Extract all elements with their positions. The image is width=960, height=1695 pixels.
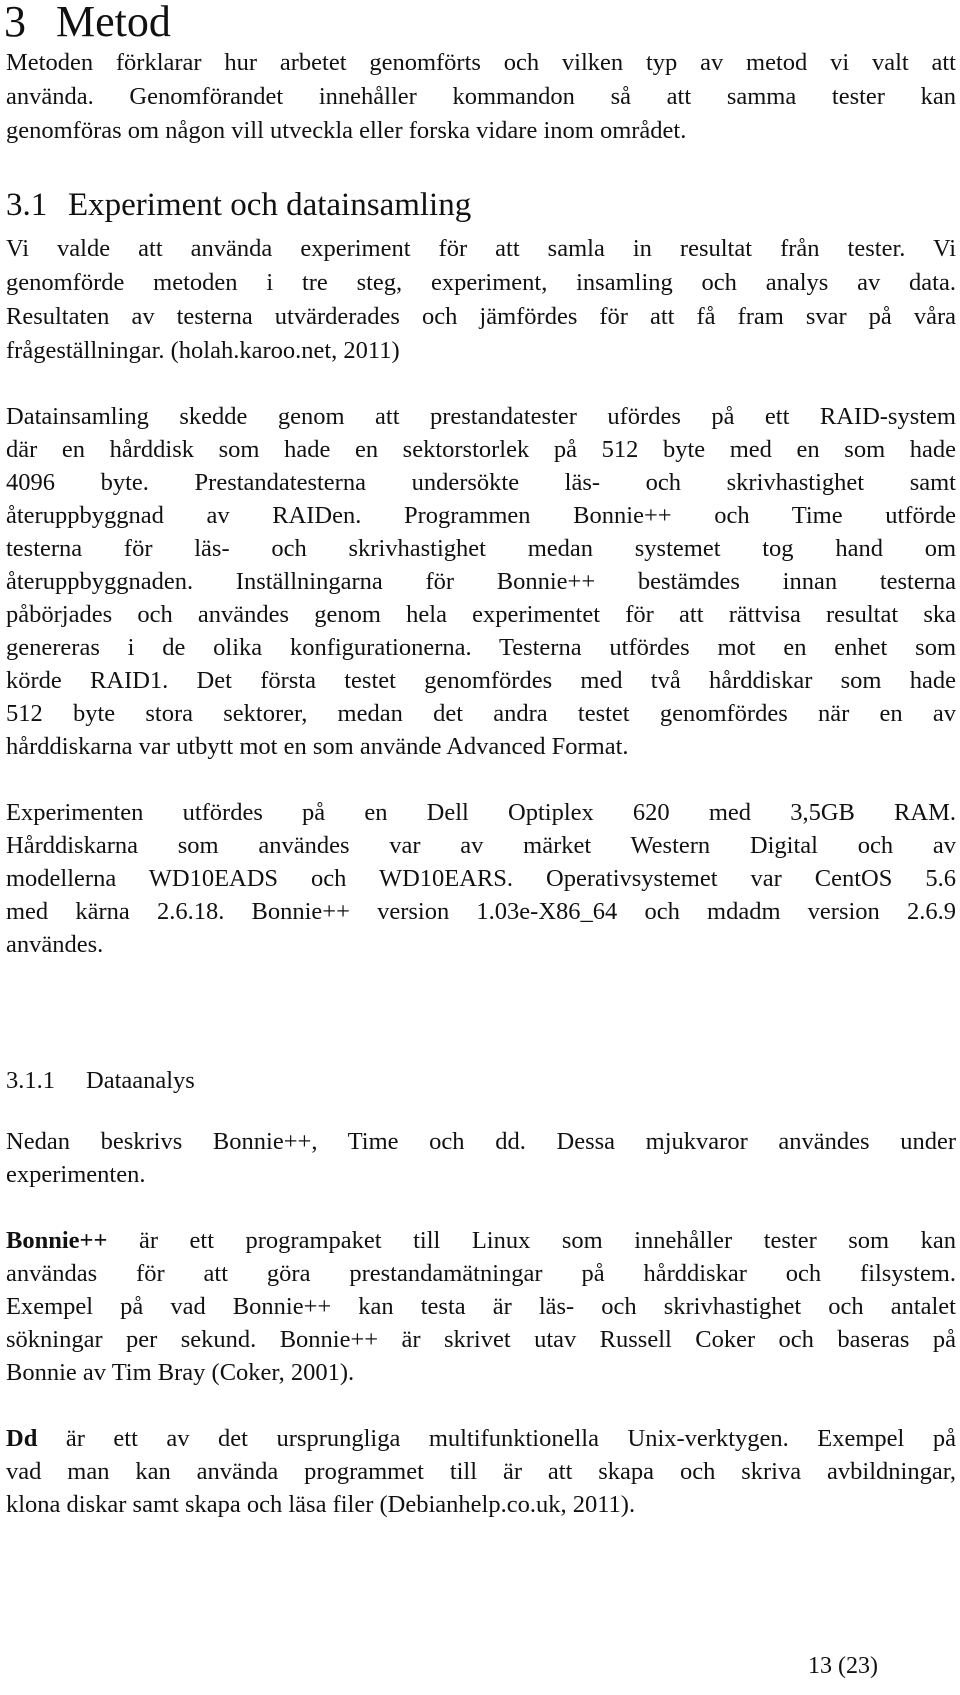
text-line: Vi valde att använda experiment för att …	[6, 235, 956, 262]
text-line: Bonnie++ är ett programpaket till Linux …	[6, 1224, 956, 1257]
subsection-heading: 3.1.1 Dataanalys	[6, 1064, 195, 1097]
text-line: Exempel på vad Bonnie++ kan testa är läs…	[6, 1293, 956, 1320]
text-line: påbörjades och användes genom hela exper…	[6, 601, 956, 628]
text-line: användas för att göra prestandamätningar…	[6, 1260, 956, 1287]
text-line: genereras i de olika konfigurationerna. …	[6, 634, 956, 661]
text-line: genomförde metoden i tre steg, experimen…	[6, 269, 956, 296]
subsection-number: 3.1.1	[6, 1067, 55, 1094]
section-number: 3.1	[6, 187, 48, 223]
text-line: klona diskar samt skapa och läsa filer (…	[6, 1491, 636, 1518]
text-line: sökningar per sekund. Bonnie++ är skrive…	[6, 1326, 956, 1353]
text-line: experimenten.	[6, 1161, 146, 1188]
text-line: Metoden förklarar hur arbetet genomförts…	[6, 49, 956, 76]
text-line: Dd är ett av det ursprungliga multifunkt…	[6, 1422, 956, 1455]
page-number: 13 (23)	[808, 1653, 878, 1679]
section-title: Experiment och datainsamling	[68, 187, 472, 223]
text-line: Experimenten utfördes på en Dell Optiple…	[6, 799, 956, 826]
text-line: Nedan beskrivs Bonnie++, Time och dd. De…	[6, 1128, 956, 1155]
text-line: körde RAID1. Det första testet genomförd…	[6, 667, 956, 694]
text-line: modellerna WD10EADS och WD10EARS. Operat…	[6, 865, 956, 892]
text-line: Bonnie av Tim Bray (Coker, 2001).	[6, 1359, 355, 1386]
text-line: användes.	[6, 931, 104, 958]
text-span: är ett av det ursprungliga multifunktion…	[37, 1425, 956, 1452]
chapter-heading: 3 Metod	[4, 0, 171, 52]
text-span: är ett programpaket till Linux som inneh…	[107, 1227, 956, 1254]
text-line: återuppbyggnaden. Inställningarna för Bo…	[6, 568, 956, 595]
text-line: 512 byte stora sektorer, medan det andra…	[6, 700, 956, 727]
term-bonnie: Bonnie++	[6, 1227, 108, 1254]
text-line: använda. Genomförandet innehåller komman…	[6, 83, 956, 110]
text-line: Resultaten av testerna utvärderades och …	[6, 303, 956, 330]
text-line: hårddiskarna var utbytt mot en som använ…	[6, 733, 629, 760]
text-line: återuppbyggnad av RAIDen. Programmen Bon…	[6, 502, 956, 529]
section-heading: 3.1 Experiment och datainsamling	[6, 183, 471, 227]
subsection-title: Dataanalys	[86, 1067, 195, 1094]
chapter-number: 3	[4, 0, 26, 46]
term-dd: Dd	[6, 1425, 38, 1452]
chapter-title: Metod	[56, 0, 171, 46]
text-line: 4096 byte. Prestandatesterna undersökte …	[6, 469, 956, 496]
text-line: genomföras om någon vill utveckla eller …	[6, 117, 687, 144]
text-line: Hårddiskarna som användes var av märket …	[6, 832, 956, 859]
text-line: frågeställningar. (holah.karoo.net, 2011…	[6, 337, 400, 364]
text-line: Datainsamling skedde genom att prestanda…	[6, 403, 956, 430]
text-line: testerna för läs- och skrivhastighet med…	[6, 535, 956, 562]
text-line: där en hårddisk som hade en sektorstorle…	[6, 436, 956, 463]
text-line: med kärna 2.6.18. Bonnie++ version 1.03e…	[6, 898, 956, 925]
text-line: vad man kan använda programmet till är a…	[6, 1458, 956, 1485]
